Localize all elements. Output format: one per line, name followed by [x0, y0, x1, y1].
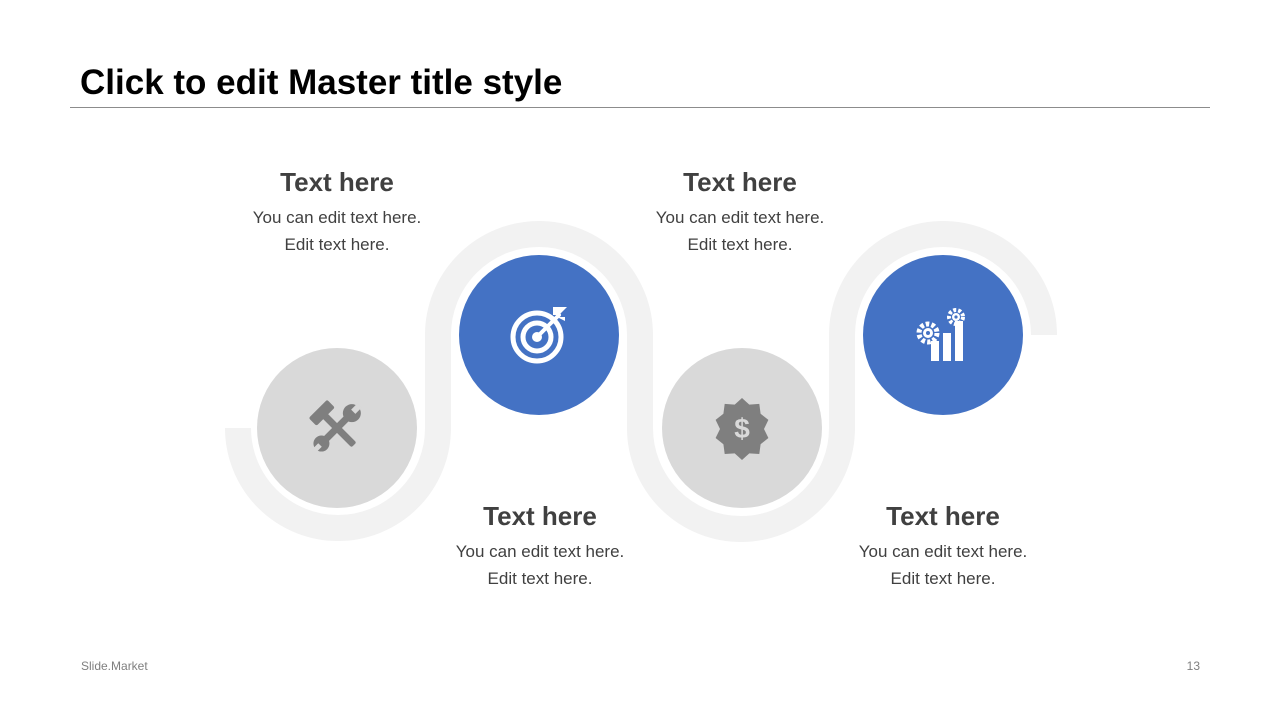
- step-node-4: [863, 255, 1023, 415]
- step-text-4: Text here You can edit text here. Edit t…: [823, 500, 1063, 592]
- step-heading: Text here: [683, 167, 797, 197]
- footer-brand: Slide.Market: [81, 659, 148, 673]
- step-heading: Text here: [886, 501, 1000, 531]
- step-node-2: [459, 255, 619, 415]
- step-description-line: You can edit text here.: [858, 542, 1028, 561]
- step-text-1: Text here You can edit text here. Edit t…: [217, 166, 457, 258]
- step-description-line: Edit text here.: [890, 569, 996, 588]
- svg-text:$: $: [734, 413, 750, 444]
- step-node-3: $: [662, 348, 822, 508]
- step-description-line: Edit text here.: [284, 235, 390, 254]
- step-text-2: Text here You can edit text here. Edit t…: [420, 500, 660, 592]
- step-description-line: You can edit text here.: [655, 208, 825, 227]
- step-heading: Text here: [483, 501, 597, 531]
- process-diagram: $: [225, 221, 1057, 542]
- page-number: 13: [1186, 659, 1200, 673]
- step-text-3: Text here You can edit text here. Edit t…: [620, 166, 860, 258]
- step-description-line: You can edit text here.: [252, 208, 422, 227]
- step-description-line: Edit text here.: [487, 569, 593, 588]
- step-description-line: You can edit text here.: [455, 542, 625, 561]
- step-node-1: [257, 348, 417, 508]
- step-heading: Text here: [280, 167, 394, 197]
- step-description-line: Edit text here.: [687, 235, 793, 254]
